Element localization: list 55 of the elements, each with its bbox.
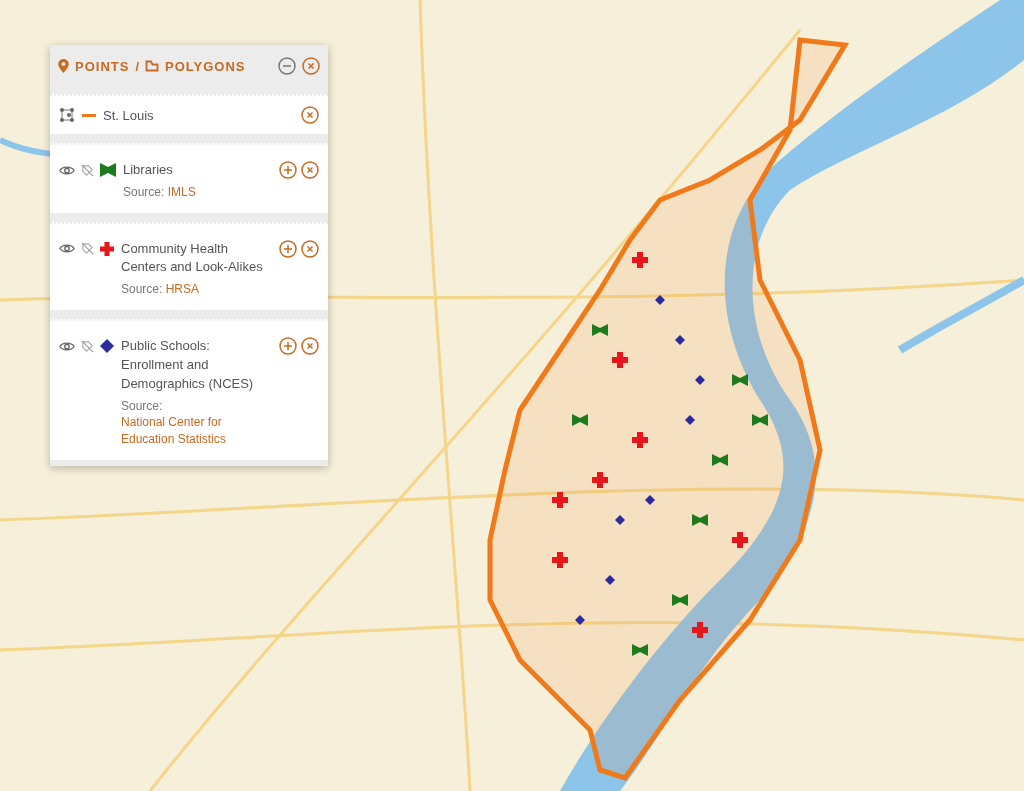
close-icon[interactable]	[302, 57, 320, 75]
layer-source: Source: National Center for Education Statistics	[121, 397, 272, 449]
polygons-tab[interactable]: POLYGONS	[145, 58, 246, 74]
eye-icon[interactable]	[59, 164, 75, 176]
diamond-marker-icon[interactable]	[685, 415, 695, 425]
close-icon[interactable]	[301, 337, 319, 356]
cross-marker-icon[interactable]	[552, 552, 568, 568]
tab-separator: /	[135, 58, 140, 74]
close-icon[interactable]	[301, 239, 319, 258]
diamond-marker-icon[interactable]	[615, 515, 625, 525]
layer-name: Libraries	[123, 161, 174, 179]
tag-off-icon[interactable]	[81, 242, 94, 256]
diamond-marker-icon[interactable]	[645, 495, 655, 505]
add-icon[interactable]	[279, 161, 297, 179]
eye-icon[interactable]	[59, 243, 75, 255]
layer-source: Source: IMLS	[123, 183, 197, 201]
cross-marker-icon[interactable]	[552, 492, 568, 508]
source-link[interactable]: HRSA	[165, 281, 200, 299]
library-marker-icon[interactable]	[752, 414, 768, 426]
polygon-icon	[145, 60, 160, 72]
close-icon[interactable]	[301, 161, 319, 179]
points-tab[interactable]: POINTS	[58, 58, 130, 74]
cross-marker-icon[interactable]	[632, 432, 648, 448]
add-icon[interactable]	[279, 337, 297, 356]
diamond-marker-icon[interactable]	[655, 295, 665, 305]
cross-marker-icon[interactable]	[592, 472, 608, 488]
cross-marker-icon[interactable]	[692, 622, 708, 638]
close-icon[interactable]	[301, 106, 319, 124]
source-link[interactable]: IMLS	[167, 183, 196, 201]
cross-marker-icon[interactable]	[732, 532, 748, 548]
diamond-marker-icon[interactable]	[695, 375, 705, 385]
library-marker-icon[interactable]	[732, 374, 748, 386]
tag-off-icon[interactable]	[81, 339, 94, 353]
minimize-icon[interactable]	[278, 57, 296, 75]
tag-off-icon[interactable]	[81, 163, 94, 177]
polygon-name: St. Louis	[103, 107, 154, 123]
map-pin-icon	[58, 59, 69, 73]
library-marker-icon[interactable]	[712, 454, 728, 466]
layer-name: Community Health Centers and Look-Alikes	[121, 239, 264, 277]
diamond-marker-icon[interactable]	[575, 615, 585, 625]
library-marker-icon[interactable]	[692, 514, 708, 526]
layer-name: Public Schools: Enrollment and Demographics (NCES)	[121, 337, 255, 393]
add-icon[interactable]	[279, 239, 297, 258]
library-marker-icon[interactable]	[592, 324, 608, 336]
cross-marker-icon[interactable]	[632, 252, 648, 268]
library-marker-icon[interactable]	[632, 644, 648, 656]
library-marker-icon[interactable]	[672, 594, 688, 606]
source-link[interactable]: National Center for Education Statistics	[121, 414, 261, 449]
vertices-icon	[59, 107, 75, 123]
cross-marker-icon[interactable]	[612, 352, 628, 368]
library-marker-icon[interactable]	[572, 414, 588, 426]
diamond-marker-icon[interactable]	[675, 335, 685, 345]
diamond-marker-icon[interactable]	[605, 575, 615, 585]
layer-source: Source: HRSA	[121, 281, 201, 299]
eye-icon[interactable]	[59, 340, 75, 352]
